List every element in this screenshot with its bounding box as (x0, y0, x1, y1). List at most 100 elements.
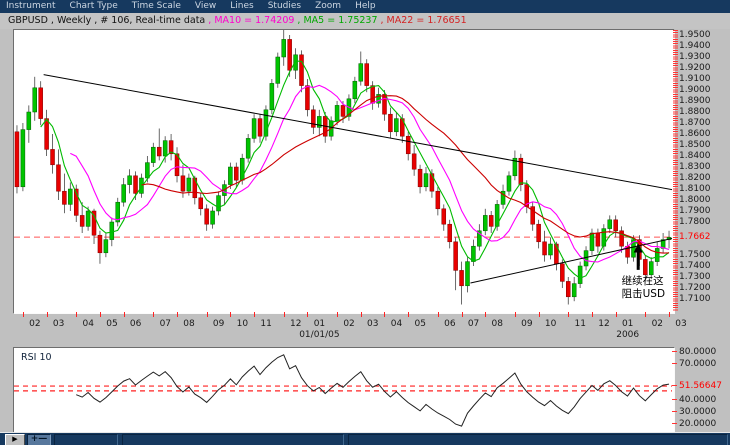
price-axis-label: 1.8400 (679, 151, 711, 161)
time-axis-tick (337, 312, 339, 317)
trendline-1[interactable] (43, 74, 672, 191)
price-axis-label: 1.7900 (679, 206, 711, 216)
menu-item-instrument[interactable]: Instrument (6, 0, 56, 13)
rsi-panel-frame (13, 347, 675, 433)
price-axis: 1.9500 1.9400 1.9300 1.9200 1.9100 1.9000 1.89… (679, 29, 729, 312)
rsi-axis-tick (672, 351, 677, 352)
price-axis-label: 1.8300 (679, 162, 711, 172)
chart-info-bar: GBPUSD , Weekly , # 106, Real-time data … (0, 13, 730, 29)
time-axis-tick (99, 312, 101, 317)
time-axis-label: 10 (544, 319, 557, 329)
time-axis-label: 02 (29, 319, 41, 329)
rsi-axis-marker: 51.56647 (679, 381, 722, 392)
candles (14, 30, 672, 305)
time-axis-tick (669, 312, 671, 317)
price-axis-marker: 1.7662 (679, 232, 711, 243)
rsi-axis-tick (672, 363, 677, 364)
rsi-chart-canvas[interactable] (14, 348, 672, 430)
rsi-axis-label: 70.0000 (679, 359, 717, 369)
price-axis-label: 1.7100 (679, 294, 711, 304)
pointer-tool-button[interactable]: ▶ (5, 434, 25, 445)
time-axis-tick (568, 312, 570, 317)
rsi-line (76, 354, 670, 427)
time-axis-label: 11 (574, 319, 586, 329)
time-axis-tick (153, 312, 155, 317)
menu-item-zoom[interactable]: Zoom (315, 0, 341, 13)
time-axis-label: 02 (651, 319, 664, 329)
chart-descriptor: GBPUSD , Weekly , # 106, Real-time data (8, 15, 206, 26)
ma-legend-item-1: , MA5 = 1.75237 (294, 15, 378, 26)
time-axis-sublabel: 01/01/05 (299, 330, 340, 340)
time-axis-tick (437, 312, 439, 317)
time-axis-label: 08 (183, 319, 195, 329)
time-axis-tick (230, 312, 232, 317)
time-axis-label: 09 (212, 319, 225, 329)
time-axis-label: 01 (621, 319, 634, 329)
time-axis-label: 06 (444, 319, 456, 329)
time-axis-tick (123, 312, 125, 317)
time-axis-tick (206, 312, 208, 317)
price-chart-frame: 继续在这 阻击USD (13, 29, 675, 314)
time-axis-label: 07 (467, 319, 480, 329)
rsi-axis-label: 80.0000 (679, 347, 717, 357)
rsi-axis-label: 40.0000 (679, 395, 717, 405)
time-axis-tick (645, 312, 647, 317)
price-axis-label: 1.8200 (679, 173, 711, 183)
chart-window: Instrument Chart Type Time Scale View Lines S… (0, 0, 730, 445)
rsi-study-label: RSI 10 (21, 352, 52, 363)
price-axis-label: 1.9100 (679, 74, 711, 84)
price-axis-label: 1.7400 (679, 261, 711, 271)
rsi-axis-tick (672, 411, 677, 412)
menu-item-chart-type[interactable]: Chart Type (70, 0, 118, 13)
time-axis-tick (461, 312, 463, 317)
time-axis-label: 03 (52, 319, 65, 329)
menu-item-studies[interactable]: Studies (268, 0, 301, 13)
time-axis-sublabel: 2006 (616, 330, 640, 340)
time-axis-tick (307, 312, 309, 317)
price-chart-canvas[interactable]: 继续在这阻击USD (14, 30, 672, 311)
status-bar: ▶ +— (0, 432, 730, 445)
annotation-text-line-2: 阻击USD (622, 288, 665, 300)
price-axis-label: 1.9400 (679, 41, 711, 51)
time-axis-tick (538, 312, 540, 317)
price-axis-ticks (673, 30, 678, 311)
time-axis-label: 01 (313, 319, 326, 329)
status-panel-3 (348, 434, 728, 445)
menu-item-time-scale[interactable]: Time Scale (132, 0, 181, 13)
time-axis-label: 09 (521, 319, 533, 329)
time-axis: 02 03 04 05 06 07 08 09 10 11 12 01 01/01/05 02 03 04 05… (13, 312, 687, 344)
time-axis-label: 03 (367, 319, 379, 329)
ma10-line (70, 84, 670, 263)
price-axis-label: 1.8600 (679, 129, 711, 139)
rsi-axis-label: 30.0000 (679, 407, 717, 417)
time-axis-label: 04 (82, 319, 94, 329)
price-axis-label: 1.8000 (679, 195, 711, 205)
price-axis-label: 1.9300 (679, 52, 711, 62)
time-axis-tick (485, 312, 487, 317)
price-axis-label: 1.9000 (679, 85, 711, 95)
menu-item-lines[interactable]: Lines (230, 0, 253, 13)
time-axis-label: 12 (289, 319, 302, 329)
price-axis-label: 1.8700 (679, 118, 711, 128)
price-axis-label: 1.9200 (679, 63, 711, 73)
price-axis-label: 1.7500 (679, 250, 711, 260)
price-axis-label: 1.7200 (679, 283, 711, 293)
rsi-axis-tick (672, 399, 677, 400)
rsi-axis-tick (672, 423, 677, 424)
time-axis-tick (408, 312, 410, 317)
time-axis-tick (591, 312, 593, 317)
menu-item-help[interactable]: Help (355, 0, 376, 13)
ma-legend: , MA10 = 1.74209 , MA5 = 1.75237 , MA22 … (208, 15, 466, 26)
time-axis-label: 11 (260, 319, 272, 329)
time-axis-label: 02 (343, 319, 355, 329)
time-axis-label: 08 (491, 319, 503, 329)
menu-bar: Instrument Chart Type Time Scale View Lines S… (0, 0, 730, 13)
price-axis-label: 1.9500 (679, 30, 711, 40)
time-axis-label: 10 (236, 319, 249, 329)
time-axis-tick (384, 312, 386, 317)
menu-item-view[interactable]: View (195, 0, 216, 13)
rsi-axis: 80.0000 70.0000 40.0000 30.0000 20.0000 51.56… (672, 347, 729, 431)
crosshair-tool-button[interactable]: +— (27, 434, 51, 445)
price-axis-label: 1.8100 (679, 184, 711, 194)
time-axis-tick (22, 312, 24, 317)
